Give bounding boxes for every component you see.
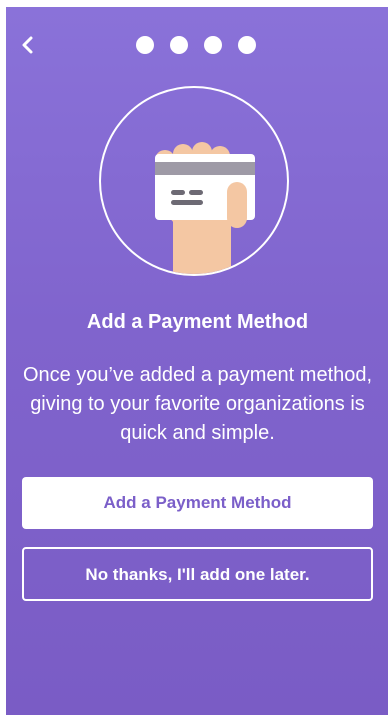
back-button[interactable] [18, 35, 38, 55]
page-indicator-dot [136, 36, 154, 54]
page-indicator-dot [170, 36, 188, 54]
page-indicator-dot [204, 36, 222, 54]
page-description: Once you’ve added a payment method, givi… [22, 364, 373, 444]
chevron-left-icon [22, 36, 33, 54]
page-title: Add a Payment Method [86, 311, 309, 333]
page-indicator-dot [238, 36, 256, 54]
page-indicator [136, 36, 256, 54]
hand-holding-card-icon [155, 142, 255, 274]
hand-holding-card-illustration [99, 86, 289, 276]
add-payment-method-button[interactable]: Add a Payment Method [22, 477, 373, 529]
skip-button[interactable]: No thanks, I'll add one later. [22, 547, 373, 601]
onboarding-screen: Add a Payment Method Once you’ve added a… [6, 7, 388, 715]
